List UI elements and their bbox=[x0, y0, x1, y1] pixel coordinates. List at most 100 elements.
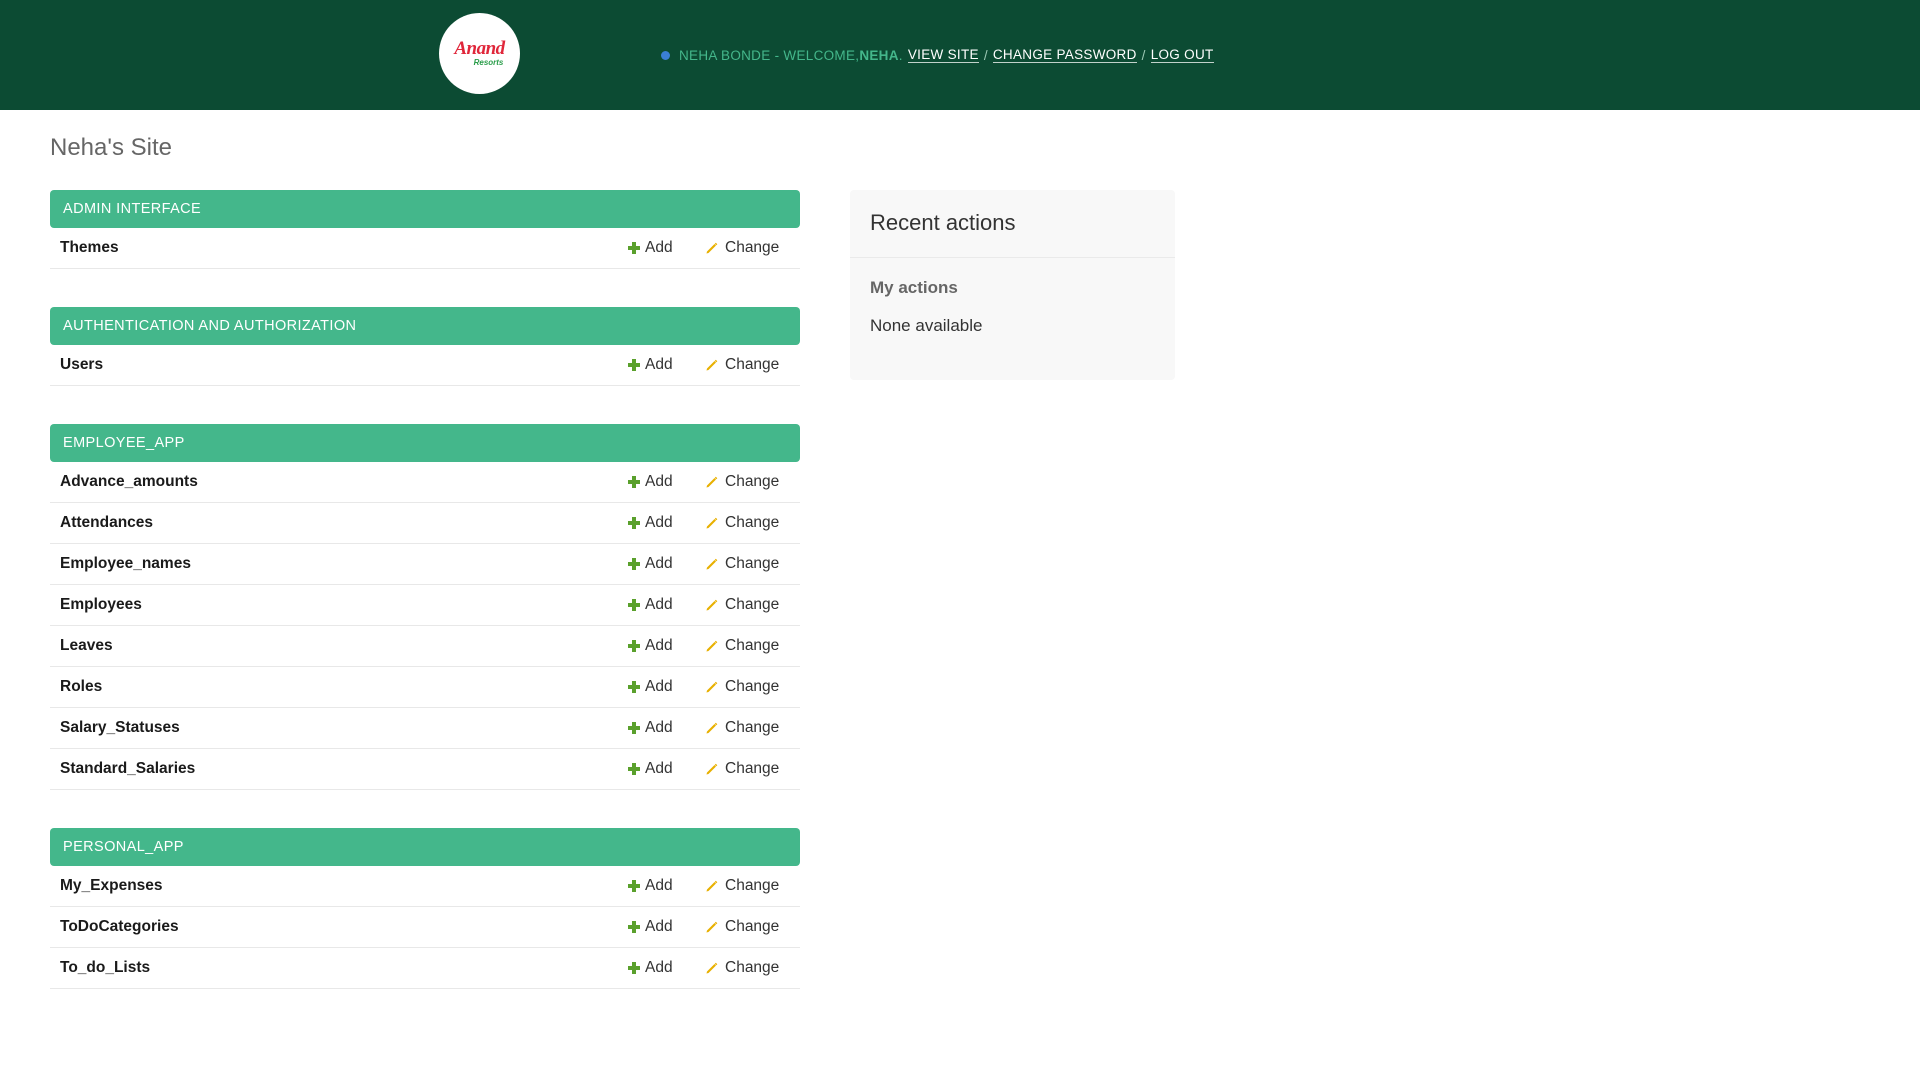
add-link[interactable]: Add bbox=[627, 356, 673, 374]
change-link[interactable]: Change bbox=[705, 918, 779, 936]
app-module: EMPLOYEE_APP Advance_amounts Add Change Atte… bbox=[50, 424, 800, 790]
add-link[interactable]: Add bbox=[627, 473, 673, 491]
model-link[interactable]: Salary_Statuses bbox=[60, 719, 180, 737]
model-link[interactable]: Leaves bbox=[60, 637, 113, 655]
change-link[interactable]: Change bbox=[705, 356, 779, 374]
model-link[interactable]: Employees bbox=[60, 596, 142, 614]
plus-icon bbox=[627, 639, 641, 653]
add-link[interactable]: Add bbox=[627, 637, 673, 655]
pencil-icon bbox=[705, 879, 719, 893]
add-label: Add bbox=[645, 356, 673, 373]
welcome-suffix: . bbox=[898, 47, 903, 63]
model-link[interactable]: To_do_Lists bbox=[60, 959, 150, 977]
change-label: Change bbox=[725, 959, 780, 976]
change-password-link[interactable]: CHANGE PASSWORD bbox=[992, 47, 1137, 63]
add-label: Add bbox=[645, 959, 673, 976]
plus-icon bbox=[627, 475, 641, 489]
change-label: Change bbox=[725, 637, 780, 654]
add-label: Add bbox=[645, 637, 673, 654]
model-link[interactable]: Roles bbox=[60, 678, 102, 696]
recent-actions-empty: None available bbox=[870, 316, 983, 335]
pencil-icon bbox=[705, 516, 719, 530]
model-link[interactable]: Users bbox=[60, 356, 103, 374]
logo-text: Anand bbox=[454, 38, 505, 59]
app-module-list: ADMIN INTERFACE Themes Add Change AUTHENTICA… bbox=[50, 190, 800, 1027]
add-link[interactable]: Add bbox=[627, 239, 673, 257]
change-link[interactable]: Change bbox=[705, 760, 779, 778]
recent-actions-panel: Recent actions My actions None available bbox=[850, 190, 1175, 380]
add-label: Add bbox=[645, 239, 673, 256]
model-link[interactable]: My_Expenses bbox=[60, 877, 163, 895]
plus-icon bbox=[627, 516, 641, 530]
module-header[interactable]: EMPLOYEE_APP bbox=[50, 424, 800, 462]
model-link[interactable]: Standard_Salaries bbox=[60, 760, 195, 778]
log-out-link[interactable]: LOG OUT bbox=[1150, 47, 1214, 63]
add-label: Add bbox=[645, 514, 673, 531]
model-link[interactable]: Advance_amounts bbox=[60, 473, 198, 491]
model-row: Salary_Statuses Add Change bbox=[50, 708, 800, 749]
pencil-icon bbox=[705, 680, 719, 694]
model-link[interactable]: Themes bbox=[60, 239, 119, 257]
model-row: Themes Add Change bbox=[50, 228, 800, 269]
module-header[interactable]: AUTHENTICATION AND AUTHORIZATION bbox=[50, 307, 800, 345]
change-link[interactable]: Change bbox=[705, 637, 779, 655]
welcome-text: NEHA BONDE - WELCOME, bbox=[679, 47, 860, 63]
recent-actions-title: Recent actions bbox=[850, 190, 1175, 258]
change-link[interactable]: Change bbox=[705, 877, 779, 895]
site-logo[interactable]: Anand Resorts bbox=[439, 13, 520, 94]
plus-icon bbox=[627, 879, 641, 893]
module-header[interactable]: ADMIN INTERFACE bbox=[50, 190, 800, 228]
add-link[interactable]: Add bbox=[627, 918, 673, 936]
model-row: Employee_names Add Change bbox=[50, 544, 800, 585]
change-label: Change bbox=[725, 596, 780, 613]
plus-icon bbox=[627, 358, 641, 372]
model-row: My_Expenses Add Change bbox=[50, 866, 800, 907]
pencil-icon bbox=[705, 241, 719, 255]
status-dot-icon bbox=[661, 50, 670, 60]
model-row: Leaves Add Change bbox=[50, 626, 800, 667]
add-label: Add bbox=[645, 555, 673, 572]
model-link[interactable]: Attendances bbox=[60, 514, 153, 532]
add-link[interactable]: Add bbox=[627, 760, 673, 778]
add-label: Add bbox=[645, 760, 673, 777]
add-link[interactable]: Add bbox=[627, 719, 673, 737]
pencil-icon bbox=[705, 639, 719, 653]
add-link[interactable]: Add bbox=[627, 555, 673, 573]
view-site-link[interactable]: VIEW SITE bbox=[907, 47, 979, 63]
user-tools: NEHA BONDE - WELCOME, NEHA . VIEW SITE /… bbox=[661, 47, 1214, 63]
add-link[interactable]: Add bbox=[627, 596, 673, 614]
add-link[interactable]: Add bbox=[627, 877, 673, 895]
model-link[interactable]: ToDoCategories bbox=[60, 918, 179, 936]
plus-icon bbox=[627, 241, 641, 255]
change-label: Change bbox=[725, 356, 780, 373]
change-link[interactable]: Change bbox=[705, 473, 779, 491]
separator: / bbox=[1141, 47, 1146, 63]
model-row: ToDoCategories Add Change bbox=[50, 907, 800, 948]
change-link[interactable]: Change bbox=[705, 719, 779, 737]
add-label: Add bbox=[645, 719, 673, 736]
user-name: NEHA bbox=[859, 47, 899, 63]
plus-icon bbox=[627, 680, 641, 694]
change-label: Change bbox=[725, 555, 780, 572]
change-link[interactable]: Change bbox=[705, 514, 779, 532]
change-link[interactable]: Change bbox=[705, 555, 779, 573]
change-link[interactable]: Change bbox=[705, 678, 779, 696]
pencil-icon bbox=[705, 721, 719, 735]
plus-icon bbox=[627, 557, 641, 571]
change-link[interactable]: Change bbox=[705, 239, 779, 257]
pencil-icon bbox=[705, 961, 719, 975]
change-label: Change bbox=[725, 918, 780, 935]
pencil-icon bbox=[705, 598, 719, 612]
model-link[interactable]: Employee_names bbox=[60, 555, 191, 573]
change-label: Change bbox=[725, 239, 780, 256]
change-label: Change bbox=[725, 514, 780, 531]
module-header[interactable]: PERSONAL_APP bbox=[50, 828, 800, 866]
add-link[interactable]: Add bbox=[627, 514, 673, 532]
add-link[interactable]: Add bbox=[627, 959, 673, 977]
change-link[interactable]: Change bbox=[705, 959, 779, 977]
page-title: Neha's Site bbox=[50, 134, 172, 161]
model-row: Users Add Change bbox=[50, 345, 800, 386]
logo-subtext: Resorts bbox=[473, 58, 504, 67]
add-link[interactable]: Add bbox=[627, 678, 673, 696]
change-link[interactable]: Change bbox=[705, 596, 779, 614]
